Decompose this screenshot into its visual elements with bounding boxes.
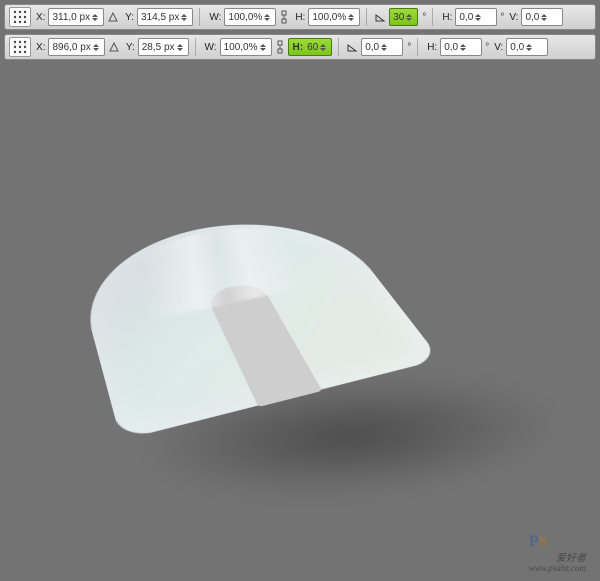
y-label: Y:	[125, 12, 134, 23]
separator	[366, 8, 367, 26]
transform-options-bar-2: X: 896,0 px Y: 28,5 px W: 100,0% H:60 0,…	[4, 34, 596, 60]
reference-point-grid-icon[interactable]	[9, 7, 31, 27]
vshear-input[interactable]: 0,0	[506, 38, 548, 56]
degree-symbol: °	[422, 12, 426, 23]
rotation-input[interactable]: 30	[389, 8, 418, 26]
canvas-area[interactable]	[0, 76, 600, 581]
y-input[interactable]: 314,5 px	[137, 8, 193, 26]
reference-point-grid-icon[interactable]	[9, 37, 31, 57]
h-label: H:	[295, 12, 305, 23]
watermark-cn: 爱好者	[529, 549, 586, 564]
degree-symbol: °	[485, 42, 489, 53]
y-input[interactable]: 28,5 px	[138, 38, 189, 56]
watermark: PS 爱好者 www.psahz.com	[529, 533, 586, 573]
hshear-label: H:	[427, 42, 437, 53]
y-label: Y:	[126, 42, 135, 53]
x-label: X:	[36, 42, 45, 53]
x-input[interactable]: 311,0 px	[48, 8, 104, 26]
degree-symbol: °	[407, 42, 411, 53]
degree-symbol: °	[500, 12, 504, 23]
rotation-input[interactable]: 0,0	[361, 38, 403, 56]
separator	[338, 38, 339, 56]
separator	[432, 8, 433, 26]
transform-options-bar-1: X: 311,0 px Y: 314,5 px W: 100,0% H: 100…	[4, 4, 596, 30]
link-constrain-icon[interactable]	[278, 9, 290, 25]
separator	[199, 8, 200, 26]
vshear-label: V:	[494, 42, 503, 53]
angle-icon	[373, 10, 387, 24]
vshear-label: V:	[509, 12, 518, 23]
width-input[interactable]: 100,0%	[220, 38, 272, 56]
link-constrain-icon[interactable]	[274, 39, 286, 55]
hshear-input[interactable]: 0,0	[440, 38, 482, 56]
triangle-relative-icon[interactable]	[107, 40, 121, 54]
vshear-input[interactable]: 0,0	[521, 8, 563, 26]
x-input[interactable]: 896,0 px	[48, 38, 104, 56]
watermark-url: www.psahz.com	[529, 563, 586, 573]
separator	[417, 38, 418, 56]
watermark-logo-p: P	[529, 533, 539, 550]
watermark-logo-s: S	[538, 533, 547, 550]
height-input[interactable]: 100,0%	[308, 8, 360, 26]
w-label: W:	[205, 42, 217, 53]
triangle-relative-icon[interactable]	[106, 10, 120, 24]
height-input[interactable]: H:60	[288, 38, 333, 56]
angle-icon	[345, 40, 359, 54]
separator	[195, 38, 196, 56]
width-input[interactable]: 100,0%	[224, 8, 276, 26]
hshear-input[interactable]: 0,0	[455, 8, 497, 26]
w-label: W:	[209, 12, 221, 23]
hshear-label: H:	[442, 12, 452, 23]
x-label: X:	[36, 12, 45, 23]
